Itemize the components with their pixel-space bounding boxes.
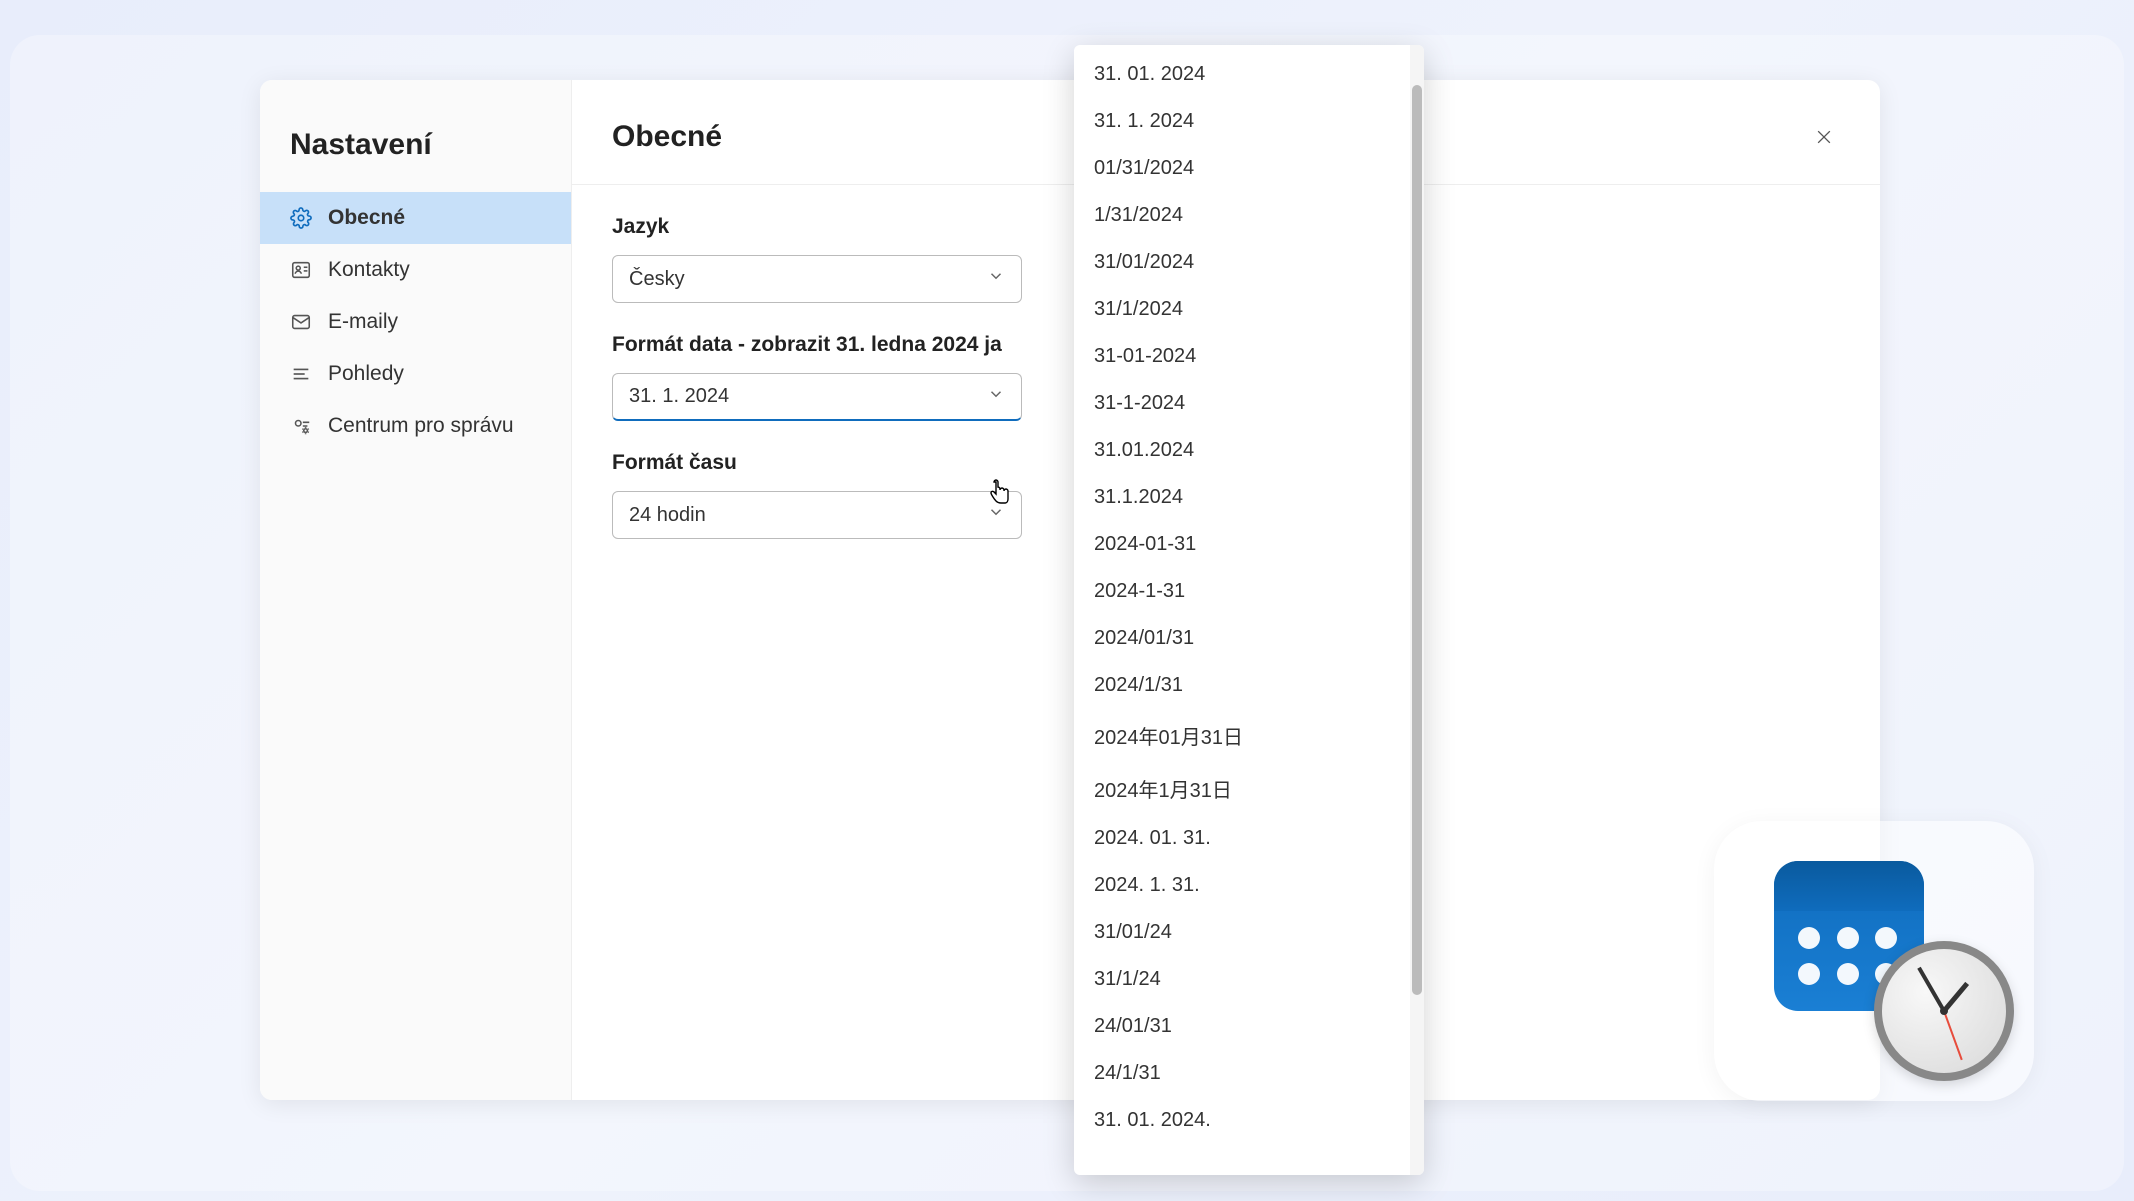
close-button[interactable] <box>1808 121 1840 153</box>
date-format-option[interactable]: 31. 01. 2024. <box>1074 1097 1410 1144</box>
date-format-option[interactable]: 2024/01/31 <box>1074 615 1410 662</box>
contact-icon <box>290 259 312 281</box>
date-format-option[interactable]: 2024-01-31 <box>1074 521 1410 568</box>
date-format-option[interactable]: 31/1/2024 <box>1074 286 1410 333</box>
dropdown-scrollbar[interactable] <box>1410 45 1424 1175</box>
time-format-select[interactable]: 24 hodin <box>612 491 1022 539</box>
date-format-option[interactable]: 31/01/24 <box>1074 909 1410 956</box>
page-title: Obecné <box>612 120 722 154</box>
date-format-option[interactable]: 2024/1/31 <box>1074 662 1410 709</box>
sidebar-item-views[interactable]: Pohledy <box>260 348 571 400</box>
date-format-option[interactable]: 1/31/2024 <box>1074 192 1410 239</box>
chevron-down-icon <box>987 267 1005 291</box>
date-format-option[interactable]: 31.1.2024 <box>1074 474 1410 521</box>
language-value: Česky <box>629 268 685 291</box>
decorative-app-icon <box>1714 821 2034 1101</box>
date-format-select[interactable]: 31. 1. 2024 <box>612 373 1022 421</box>
sidebar-item-label: E-maily <box>328 310 398 334</box>
date-format-dropdown: 31. 01. 202431. 1. 202401/31/20241/31/20… <box>1074 45 1424 1175</box>
date-format-option[interactable]: 31-1-2024 <box>1074 380 1410 427</box>
chevron-down-icon <box>987 503 1005 527</box>
admin-icon <box>290 415 312 437</box>
sidebar-item-emails[interactable]: E-maily <box>260 296 571 348</box>
settings-window: Nastavení Obecné Kontakty E-maily Pohled… <box>260 80 1880 1100</box>
dropdown-list[interactable]: 31. 01. 202431. 1. 202401/31/20241/31/20… <box>1074 45 1410 1175</box>
sidebar: Nastavení Obecné Kontakty E-maily Pohled… <box>260 80 572 1100</box>
date-format-option[interactable]: 31. 01. 2024 <box>1074 51 1410 98</box>
date-format-option[interactable]: 2024-1-31 <box>1074 568 1410 615</box>
close-icon <box>1814 127 1834 147</box>
date-format-option[interactable]: 2024. 1. 31. <box>1074 862 1410 909</box>
language-select[interactable]: Česky <box>612 255 1022 303</box>
sidebar-item-label: Pohledy <box>328 362 404 386</box>
clock-icon <box>1874 941 2014 1081</box>
date-format-option[interactable]: 2024年1月31日 <box>1074 762 1410 815</box>
date-format-option[interactable]: 31/1/24 <box>1074 956 1410 1003</box>
date-format-value: 31. 1. 2024 <box>629 385 729 408</box>
scrollbar-thumb[interactable] <box>1412 85 1422 995</box>
date-format-option[interactable]: 31.01.2024 <box>1074 427 1410 474</box>
gear-icon <box>290 207 312 229</box>
date-format-option[interactable]: 31. 1. 2024 <box>1074 98 1410 145</box>
date-format-option[interactable]: 31-01-2024 <box>1074 333 1410 380</box>
sidebar-item-admin[interactable]: Centrum pro správu <box>260 400 571 452</box>
date-format-option[interactable]: 24/1/31 <box>1074 1050 1410 1097</box>
mail-icon <box>290 311 312 333</box>
time-format-value: 24 hodin <box>629 504 706 527</box>
date-format-option[interactable]: 01/31/2024 <box>1074 145 1410 192</box>
sidebar-item-general[interactable]: Obecné <box>260 192 571 244</box>
date-format-option[interactable]: 2024. 01. 31. <box>1074 815 1410 862</box>
sidebar-item-label: Obecné <box>328 206 405 230</box>
date-format-option[interactable]: 31/01/2024 <box>1074 239 1410 286</box>
date-format-option[interactable]: 24/01/31 <box>1074 1003 1410 1050</box>
sidebar-title: Nastavení <box>260 110 571 192</box>
sidebar-item-label: Kontakty <box>328 258 410 282</box>
sidebar-item-label: Centrum pro správu <box>328 414 514 438</box>
date-format-option[interactable]: 2024年01月31日 <box>1074 709 1410 762</box>
list-icon <box>290 363 312 385</box>
chevron-down-icon <box>987 385 1005 409</box>
sidebar-item-contacts[interactable]: Kontakty <box>260 244 571 296</box>
